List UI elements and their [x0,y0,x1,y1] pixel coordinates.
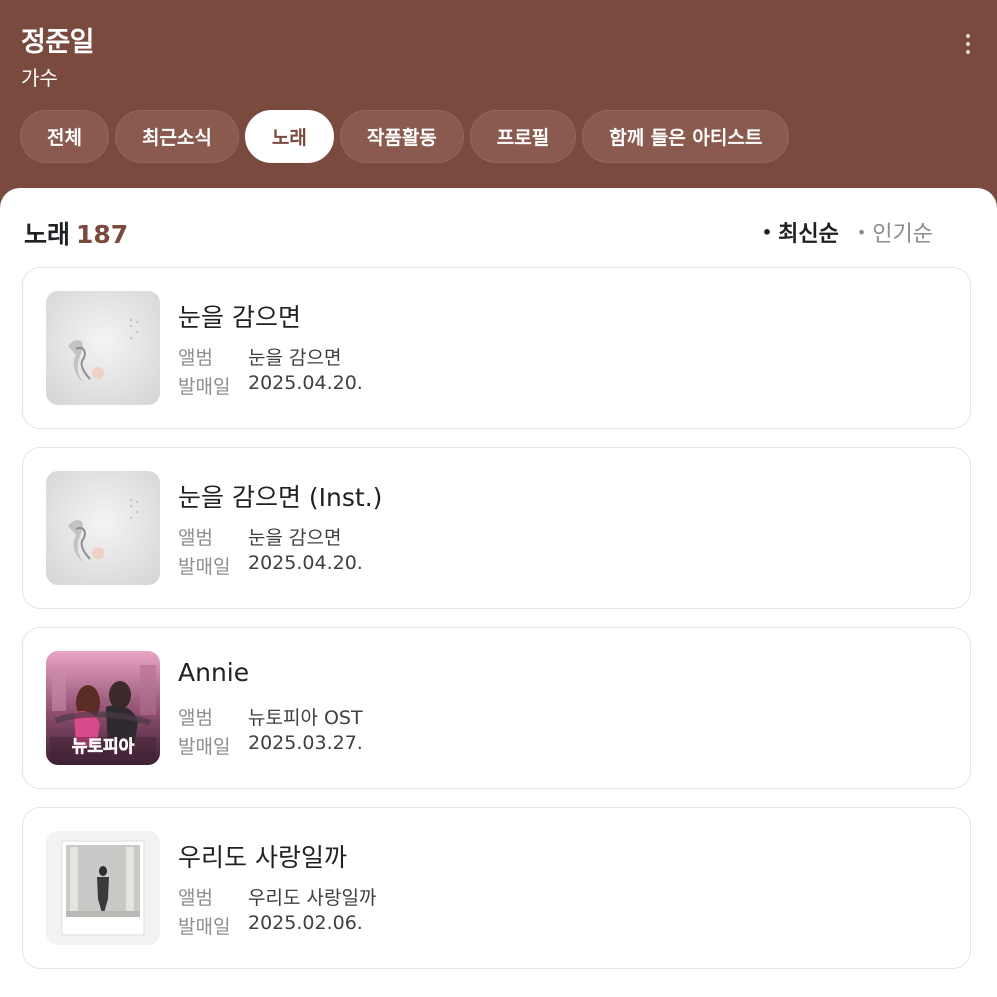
album-row: 앨범 눈을 감으면 [178,523,341,550]
release-date-row: 발매일 2025.03.27. [178,732,363,759]
release-date: 2025.03.27. [248,732,363,754]
album-name[interactable]: 눈을 감으면 [248,343,341,370]
artist-header: 정준일 가수 전체 최근소식 노래 작품활동 프로필 함께 들은 아티스트 [0,0,997,215]
release-date: 2025.02.06. [248,912,363,934]
album-cover[interactable] [46,291,160,405]
song-item[interactable]: 눈을 감으면 앨범 눈을 감으면 발매일 2025.04.20. [22,267,971,429]
song-title[interactable]: 눈을 감으면 (Inst.) [178,478,382,514]
tab-recent-news[interactable]: 최근소식 [114,110,239,163]
tab-all[interactable]: 전체 [20,110,109,163]
release-date-label: 발매일 [178,916,231,938]
release-date-label: 발매일 [178,376,231,398]
more-vertical-icon-dot [966,50,970,54]
sort-latest-label: 최신순 [778,222,839,247]
song-title[interactable]: 우리도 사랑일까 [178,838,347,874]
album-label: 앨범 [178,707,213,729]
album-label: 앨범 [178,347,213,369]
sort-popular[interactable]: • 인기순 [857,216,933,248]
artist-name: 정준일 [21,27,95,58]
svg-text:뉴토피아: 뉴토피아 [72,737,135,757]
album-label: 앨범 [178,887,213,909]
release-date: 2025.04.20. [248,372,363,394]
tab-related-artists[interactable]: 함께 들은 아티스트 [582,110,790,163]
section-title-label: 노래 [24,220,71,249]
album-name[interactable]: 뉴토피아 OST [248,703,363,730]
section-title: 노래 187 [24,215,128,251]
release-date-label: 발매일 [178,556,231,578]
album-name[interactable]: 눈을 감으면 [248,523,341,550]
more-vertical-icon-dot [966,42,970,46]
release-date-row: 발매일 2025.04.20. [178,372,363,399]
song-item[interactable]: 눈을 감으면 (Inst.) 앨범 눈을 감으면 발매일 2025.04.20. [22,447,971,609]
song-title[interactable]: 눈을 감으면 [178,298,301,334]
release-date-row: 발매일 2025.04.20. [178,552,363,579]
release-date-label: 발매일 [178,736,231,758]
more-vertical-icon [966,34,970,38]
song-item[interactable]: 뉴토피아 Annie 앨범 뉴토피아 OST 발매일 2025.03.27. [22,627,971,789]
song-item[interactable]: 우리도 사랑일까 앨범 우리도 사랑일까 발매일 2025.02.06. [22,807,971,969]
album-cover[interactable] [46,471,160,585]
artist-role: 가수 [21,66,58,90]
tab-songs[interactable]: 노래 [244,110,334,163]
song-count: 187 [76,220,129,249]
album-row: 앨범 뉴토피아 OST [178,703,363,730]
tab-works[interactable]: 작품활동 [339,110,464,163]
release-date-row: 발매일 2025.02.06. [178,912,363,939]
album-row: 앨범 우리도 사랑일까 [178,883,376,910]
album-cover[interactable]: 뉴토피아 [46,651,160,765]
sort-latest[interactable]: • 최신순 [762,216,839,248]
tab-bar: 전체 최근소식 노래 작품활동 프로필 함께 들은 아티스트 [20,110,790,163]
album-name[interactable]: 우리도 사랑일까 [248,883,376,910]
album-cover[interactable] [46,831,160,945]
song-title[interactable]: Annie [178,658,249,687]
more-options-button[interactable] [955,28,981,60]
album-row: 앨범 눈을 감으면 [178,343,341,370]
sort-options: • 최신순 • 인기순 [762,216,933,248]
album-label: 앨범 [178,527,213,549]
release-date: 2025.04.20. [248,552,363,574]
sort-popular-label: 인기순 [872,222,933,247]
bullet-icon: • [856,222,867,242]
bullet-icon: • [761,222,773,242]
tab-profile[interactable]: 프로필 [469,110,577,163]
